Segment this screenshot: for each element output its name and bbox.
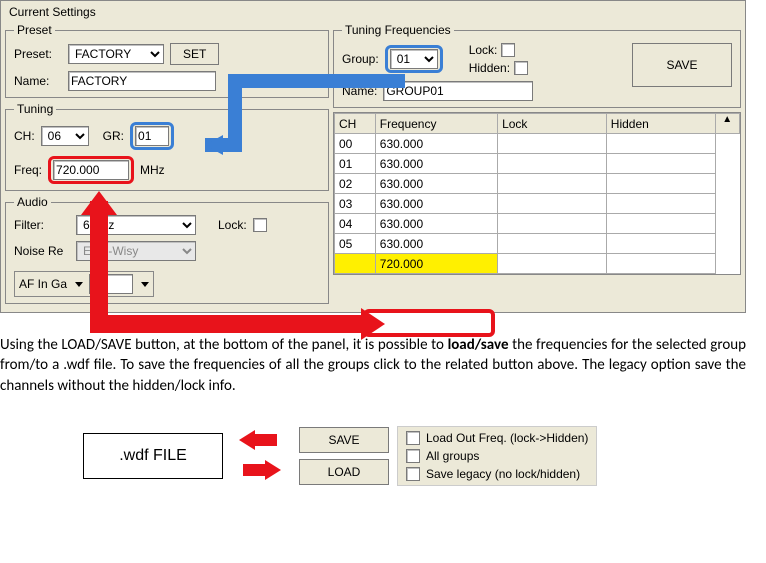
cell-freq: 630.000: [375, 134, 497, 154]
cell-freq: 630.000: [375, 154, 497, 174]
filter-label: Filter:: [14, 218, 70, 232]
cell-lock: [498, 154, 607, 174]
chevron-down-icon: [75, 282, 83, 287]
table-row[interactable]: 04630.000: [335, 214, 740, 234]
cell-lock: [498, 134, 607, 154]
tuning-frequencies-fieldset: Tuning Frequencies Group: 01: [333, 23, 741, 108]
cell-ch: 04: [335, 214, 376, 234]
chevron-down-icon: [141, 282, 149, 287]
gr-input[interactable]: [135, 126, 169, 146]
noise-label: Noise Re: [14, 244, 70, 258]
tf-lock-label: Lock:: [469, 43, 498, 57]
af-label: AF In Ga: [19, 277, 67, 291]
freq-label: Freq:: [14, 163, 42, 177]
cell-lock: [498, 194, 607, 214]
filter-select[interactable]: 65 Hz: [76, 215, 196, 235]
cell-freq: 630.000: [375, 194, 497, 214]
cell-hidden: [606, 254, 715, 274]
cell-ch: 01: [335, 154, 376, 174]
ch-select[interactable]: 06: [41, 126, 89, 146]
ch-label: CH:: [14, 129, 35, 143]
loadout-checkbox[interactable]: [406, 431, 420, 445]
gr-label: GR:: [103, 129, 124, 143]
audio-lock-checkbox[interactable]: [253, 218, 267, 232]
tf-legend: Tuning Frequencies: [342, 23, 454, 37]
window-title: Current Settings: [9, 5, 96, 19]
cell-hidden: [606, 194, 715, 214]
col-lock-header: Lock: [498, 114, 607, 134]
cell-lock: [498, 254, 607, 274]
tf-save-button[interactable]: SAVE: [632, 43, 732, 87]
load-button[interactable]: LOAD: [299, 459, 389, 485]
tf-group-label: Group:: [342, 52, 379, 66]
cell-freq: 630.000: [375, 234, 497, 254]
table-row[interactable]: 00630.000: [335, 134, 740, 154]
allgroups-checkbox[interactable]: [406, 449, 420, 463]
current-settings-panel: Current Settings Preset Preset: FACTORY …: [0, 0, 746, 313]
preset-fieldset: Preset Preset: FACTORY SET Name:: [5, 23, 329, 98]
freq-input[interactable]: [53, 160, 129, 180]
tf-name-label: Name:: [342, 84, 377, 98]
tf-hidden-label: Hidden:: [469, 61, 510, 75]
tf-name-input[interactable]: [383, 81, 533, 101]
legacy-checkbox[interactable]: [406, 467, 420, 481]
cell-hidden: [606, 154, 715, 174]
cell-ch: 00: [335, 134, 376, 154]
name-label: Name:: [14, 74, 62, 88]
scrollbar[interactable]: ▲: [715, 114, 739, 134]
tf-hidden-checkbox[interactable]: [514, 61, 528, 75]
preset-select[interactable]: FACTORY: [68, 44, 164, 64]
audio-fieldset: Audio Filter: 65 Hz Lock: Noise Re ENR-W…: [5, 195, 329, 304]
table-row[interactable]: 720.000: [335, 254, 740, 274]
preset-name-input[interactable]: [68, 71, 216, 91]
table-row[interactable]: 01630.000: [335, 154, 740, 174]
cell-freq: 630.000: [375, 214, 497, 234]
allgroups-label: All groups: [426, 449, 479, 463]
scroll-up-icon[interactable]: ▲: [716, 114, 739, 125]
legacy-label: Save legacy (no lock/hidden): [426, 467, 580, 481]
cell-hidden: [606, 174, 715, 194]
cell-ch: [335, 254, 376, 274]
save-button[interactable]: SAVE: [299, 427, 389, 453]
preset-legend: Preset: [14, 23, 55, 37]
freq-table-container: CH Frequency Lock Hidden ▲ 00630.0000163…: [333, 112, 741, 275]
tuning-legend: Tuning: [14, 102, 56, 116]
freq-unit: MHz: [140, 163, 165, 177]
options-group: Load Out Freq. (lock->Hidden) All groups…: [397, 426, 597, 486]
set-button[interactable]: SET: [170, 43, 219, 65]
cell-lock: [498, 234, 607, 254]
cell-hidden: [606, 134, 715, 154]
preset-label: Preset:: [14, 47, 62, 61]
cell-lock: [498, 214, 607, 234]
wdf-file-box: .wdf FILE: [83, 433, 223, 479]
col-freq-header: Frequency: [375, 114, 497, 134]
af-value-input[interactable]: [89, 274, 133, 294]
cell-freq: 720.000: [375, 254, 497, 274]
table-row[interactable]: 03630.000: [335, 194, 740, 214]
table-row[interactable]: 05630.000: [335, 234, 740, 254]
loadout-label: Load Out Freq. (lock->Hidden): [426, 431, 588, 445]
cell-ch: 05: [335, 234, 376, 254]
transfer-arrows-icon: [231, 426, 291, 486]
tuning-fieldset: Tuning CH: 06 GR: Freq: MHz: [5, 102, 329, 191]
audio-lock-label: Lock:: [218, 218, 247, 232]
wdf-panel: .wdf FILE SAVE LOAD Load Out Freq. (lock…: [83, 426, 683, 486]
noise-select[interactable]: ENR-Wisy: [76, 241, 196, 261]
col-hidden-header: Hidden: [606, 114, 715, 134]
cell-ch: 03: [335, 194, 376, 214]
table-row[interactable]: 02630.000: [335, 174, 740, 194]
cell-hidden: [606, 234, 715, 254]
tf-lock-checkbox[interactable]: [501, 43, 515, 57]
cell-freq: 630.000: [375, 174, 497, 194]
cell-hidden: [606, 214, 715, 234]
freq-table[interactable]: CH Frequency Lock Hidden ▲ 00630.0000163…: [334, 113, 740, 274]
cell-lock: [498, 174, 607, 194]
cell-ch: 02: [335, 174, 376, 194]
audio-legend: Audio: [14, 195, 51, 209]
description-text: Using the LOAD/SAVE button, at the botto…: [0, 335, 746, 396]
tf-group-select[interactable]: 01: [390, 49, 438, 69]
col-ch-header: CH: [335, 114, 376, 134]
